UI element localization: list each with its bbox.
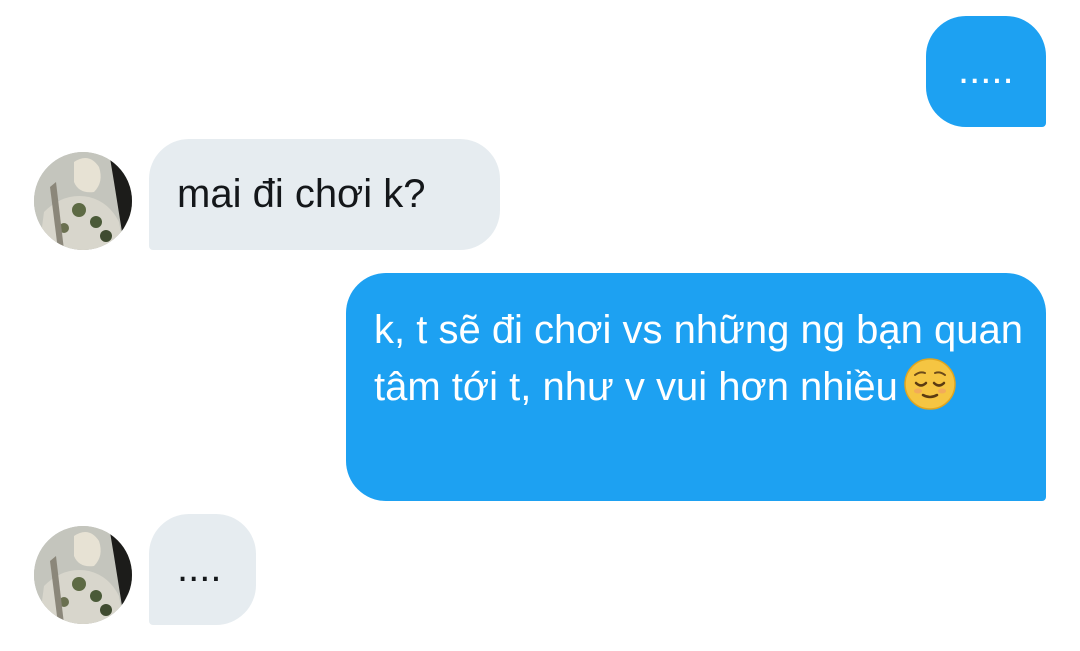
avatar[interactable] — [34, 152, 132, 250]
received-message-bubble[interactable]: mai đi chơi k? — [149, 139, 500, 250]
relieved-face-icon — [904, 358, 956, 425]
message-text: .... — [177, 546, 222, 590]
sent-message-bubble[interactable]: k, t sẽ đi chơi vs những ng bạn quan tâm… — [346, 273, 1046, 501]
avatar[interactable] — [34, 526, 132, 624]
message-text: ..... — [958, 48, 1014, 92]
message-text: mai đi chơi k? — [177, 172, 426, 216]
received-message-bubble[interactable]: .... — [149, 514, 256, 625]
sent-message-bubble[interactable]: ..... — [926, 16, 1046, 127]
